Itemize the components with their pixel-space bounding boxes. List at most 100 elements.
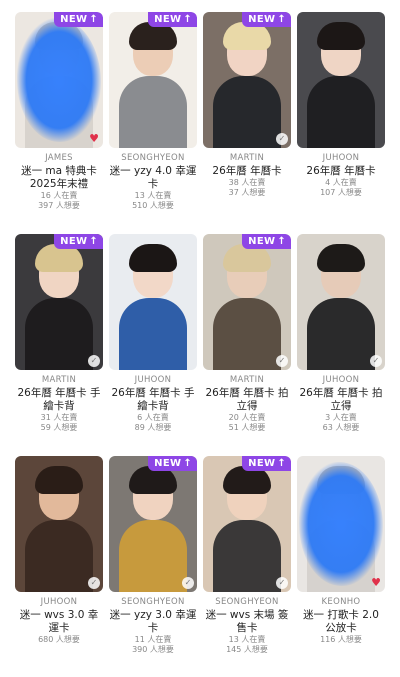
heart-icon[interactable]: ♥ — [88, 133, 100, 145]
selling-count: 38 人在賣 — [228, 178, 266, 187]
new-badge-label: NEW — [154, 14, 182, 25]
card-title: 迷一 打歌卡 2.0 公放卡 — [303, 609, 379, 634]
arrow-up-icon: ↑ — [183, 13, 192, 25]
card-photo[interactable]: NEW ↑ ✓ — [203, 234, 291, 370]
photocard-listing[interactable]: NEW ↑ ✓ MARTIN 26年曆 年曆卡 手繪卡背 31 人在賣 59 人想要 — [15, 234, 103, 450]
selling-count: 11 人在賣 — [134, 635, 172, 644]
photocard-listing[interactable]: NEW ↑ ✓ MARTIN 26年曆 年曆卡 拍立得 20 人在賣 51 人想要 — [203, 234, 291, 450]
arrow-up-icon: ↑ — [183, 457, 192, 469]
photocard-listing[interactable]: JUHOON 26年曆 年曆卡 4 人在賣 107 人想要 — [297, 12, 385, 228]
check-circle-icon: ✓ — [88, 577, 100, 589]
selling-count: 16 人在賣 — [40, 191, 78, 200]
wanted-count: 116 人想要 — [320, 635, 362, 644]
new-badge: NEW ↑ — [148, 12, 197, 27]
card-photo[interactable]: ✓ — [15, 456, 103, 592]
new-badge-label: NEW — [154, 458, 182, 469]
card-photo[interactable]: ✓ — [297, 234, 385, 370]
card-photo[interactable] — [109, 234, 197, 370]
new-badge: NEW ↑ — [54, 12, 103, 27]
selling-count: 31 人在賣 — [40, 413, 78, 422]
photocard-listing[interactable]: NEW ↑ ♥ JAMES 迷一 ma 特典卡 2025年末禮 16 人在賣 397 人想要 — [15, 12, 103, 228]
new-badge: NEW ↑ — [242, 12, 291, 27]
check-circle-icon: ✓ — [182, 577, 194, 589]
blue-scribble-redaction — [17, 18, 101, 142]
card-title: 26年曆 年曆卡 — [212, 165, 282, 177]
photocard-listing[interactable]: NEW ↑ ✓ SEONGHYEON 迷一 wvs 末場 簽售卡 13 人在賣 145 人想… — [203, 456, 291, 672]
member-name: SEONGHYEON — [215, 597, 279, 607]
member-name: MARTIN — [41, 375, 77, 385]
portrait-body — [25, 298, 93, 370]
card-photo[interactable]: NEW ↑ — [109, 12, 197, 148]
photocard-listing[interactable]: JUHOON 26年曆 年曆卡 手繪卡背 6 人在賣 89 人想要 — [109, 234, 197, 450]
wanted-count: 145 人想要 — [226, 645, 268, 654]
wanted-count: 107 人想要 — [320, 188, 362, 197]
new-badge-label: NEW — [248, 236, 276, 247]
card-photo[interactable]: ♥ — [297, 456, 385, 592]
new-badge: NEW ↑ — [54, 234, 103, 249]
wanted-count: 680 人想要 — [38, 635, 80, 644]
portrait-body — [213, 76, 281, 148]
card-title: 迷一 yzy 3.0 幸運卡 — [109, 609, 197, 634]
wanted-count: 510 人想要 — [132, 201, 174, 210]
new-badge-label: NEW — [60, 14, 88, 25]
card-photo[interactable] — [297, 12, 385, 148]
card-title: 26年曆 年曆卡 手繪卡背 — [111, 387, 195, 412]
member-name: KEONHO — [321, 597, 361, 607]
selling-count: 6 人在賣 — [137, 413, 169, 422]
selling-count: 13 人在賣 — [228, 635, 266, 644]
check-circle-icon: ✓ — [276, 355, 288, 367]
wanted-count: 89 人想要 — [134, 423, 172, 432]
card-title: 迷一 yzy 4.0 幸運卡 — [109, 165, 197, 190]
portrait-body — [213, 520, 281, 592]
new-badge-label: NEW — [248, 14, 276, 25]
heart-icon[interactable]: ♥ — [370, 577, 382, 589]
arrow-up-icon: ↑ — [89, 13, 98, 25]
member-name: JUHOON — [322, 153, 360, 163]
new-badge: NEW ↑ — [242, 234, 291, 249]
member-name: SEONGHYEON — [121, 597, 185, 607]
card-photo[interactable]: NEW ↑ ♥ — [15, 12, 103, 148]
arrow-up-icon: ↑ — [277, 13, 286, 25]
new-badge: NEW ↑ — [148, 456, 197, 471]
card-grid: NEW ↑ ♥ JAMES 迷一 ma 特典卡 2025年末禮 16 人在賣 397 人想要… — [0, 0, 400, 672]
photocard-listing[interactable]: ✓ JUHOON 26年曆 年曆卡 拍立得 3 人在賣 63 人想要 — [297, 234, 385, 450]
wanted-count: 63 人想要 — [322, 423, 360, 432]
arrow-up-icon: ↑ — [277, 235, 286, 247]
member-name: JAMES — [45, 153, 73, 163]
card-photo[interactable]: NEW ↑ ✓ — [15, 234, 103, 370]
member-name: SEONGHYEON — [121, 153, 185, 163]
wanted-count: 59 人想要 — [40, 423, 78, 432]
portrait-body — [25, 520, 93, 592]
new-badge-label: NEW — [248, 458, 276, 469]
check-circle-icon: ✓ — [276, 577, 288, 589]
portrait-body — [119, 520, 187, 592]
wanted-count: 397 人想要 — [38, 201, 80, 210]
wanted-count: 51 人想要 — [228, 423, 266, 432]
photocard-listing[interactable]: NEW ↑ ✓ SEONGHYEON 迷一 yzy 3.0 幸運卡 11 人在賣 390 人… — [109, 456, 197, 672]
card-title: 26年曆 年曆卡 拍立得 — [299, 387, 383, 412]
selling-count: 13 人在賣 — [134, 191, 172, 200]
new-badge: NEW ↑ — [242, 456, 291, 471]
blue-scribble-redaction — [299, 462, 383, 586]
portrait-hair — [129, 244, 177, 272]
new-badge-label: NEW — [60, 236, 88, 247]
selling-count: 3 人在賣 — [325, 413, 357, 422]
member-name: MARTIN — [229, 375, 265, 385]
check-circle-icon: ✓ — [370, 355, 382, 367]
member-name: JUHOON — [40, 597, 78, 607]
photocard-listing[interactable]: ✓ JUHOON 迷一 wvs 3.0 幸運卡 680 人想要 — [15, 456, 103, 672]
card-title: 26年曆 年曆卡 手繪卡背 — [17, 387, 101, 412]
arrow-up-icon: ↑ — [277, 457, 286, 469]
photocard-listing[interactable]: NEW ↑ SEONGHYEON 迷一 yzy 4.0 幸運卡 13 人在賣 510 人想… — [109, 12, 197, 228]
card-photo[interactable]: NEW ↑ ✓ — [203, 456, 291, 592]
card-photo[interactable]: NEW ↑ ✓ — [109, 456, 197, 592]
member-name: JUHOON — [322, 375, 360, 385]
arrow-up-icon: ↑ — [89, 235, 98, 247]
member-name: JUHOON — [134, 375, 172, 385]
portrait-body — [119, 298, 187, 370]
portrait-body — [307, 298, 375, 370]
photocard-listing[interactable]: NEW ↑ ✓ MARTIN 26年曆 年曆卡 38 人在賣 37 人想要 — [203, 12, 291, 228]
portrait-hair — [35, 466, 83, 494]
photocard-listing[interactable]: ♥ KEONHO 迷一 打歌卡 2.0 公放卡 116 人想要 — [297, 456, 385, 672]
card-photo[interactable]: NEW ↑ ✓ — [203, 12, 291, 148]
